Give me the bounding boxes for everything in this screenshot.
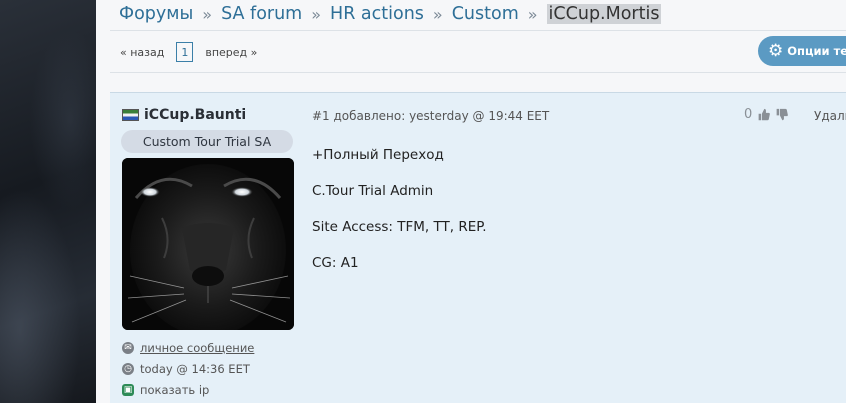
breadcrumb-separator: »	[202, 4, 213, 24]
show-ip-link[interactable]: ▣ показать ip	[122, 383, 209, 397]
delete-post-link[interactable]: Удалить	[814, 109, 846, 123]
breadcrumb-current-topic: iCCup.Mortis	[546, 4, 662, 24]
next-page-link[interactable]: вперед »	[205, 46, 257, 59]
author-name[interactable]: iCCup.Baunti	[144, 107, 246, 123]
post-body: +Полный Переход C.Tour Trial Admin Site …	[312, 147, 487, 291]
private-message-label[interactable]: личное сообщение	[140, 341, 254, 355]
post-line: +Полный Переход	[312, 147, 444, 163]
breadcrumb: Форумы » SA forum » HR actions » Custom …	[119, 0, 662, 28]
last-seen: ◷ today @ 14:36 EET	[122, 362, 250, 376]
post: iCCup.Baunti Custom Tour Trial SA ✉ личн…	[110, 92, 846, 403]
ip-icon: ▣	[122, 384, 134, 396]
vote-controls: 0	[744, 107, 789, 122]
author-rank-badge: Custom Tour Trial SA	[121, 130, 293, 153]
post-line: Site Access: TFM, TT, REP.	[312, 219, 487, 235]
forum-page: Форумы » SA forum » HR actions » Custom …	[96, 0, 846, 403]
topic-options-label: Опции темы	[787, 44, 846, 58]
breadcrumb-separator: »	[311, 4, 322, 24]
gear-icon: ⚙	[768, 41, 784, 61]
private-message-link[interactable]: ✉ личное сообщение	[122, 341, 254, 355]
thumbs-up-icon[interactable]	[757, 108, 771, 121]
divider	[110, 30, 846, 31]
topic-options-button[interactable]: ⚙ Опции темы	[758, 36, 846, 66]
breadcrumb-custom[interactable]: Custom	[452, 4, 519, 24]
breadcrumb-forums[interactable]: Форумы	[119, 4, 193, 24]
avatar	[122, 158, 294, 330]
page-number-current[interactable]: 1	[176, 42, 194, 62]
post-header: #1 добавлено: yesterday @ 19:44 EET	[312, 109, 550, 123]
vote-count: 0	[744, 107, 753, 122]
breadcrumb-sa-forum[interactable]: SA forum	[221, 4, 302, 24]
breadcrumb-separator: »	[527, 4, 538, 24]
post-line: C.Tour Trial Admin	[312, 183, 434, 199]
flag-icon	[122, 109, 139, 121]
divider	[110, 72, 846, 73]
envelope-icon: ✉	[122, 342, 134, 354]
clock-icon: ◷	[122, 363, 134, 375]
post-author: iCCup.Baunti	[122, 107, 246, 123]
pagination: « назад 1 вперед »	[120, 40, 257, 64]
last-seen-time: today @ 14:36 EET	[140, 362, 250, 376]
thumbs-down-icon[interactable]	[775, 108, 789, 121]
background-artwork	[0, 0, 96, 403]
show-ip-label[interactable]: показать ip	[140, 383, 209, 397]
breadcrumb-separator: »	[432, 4, 443, 24]
breadcrumb-hr-actions[interactable]: HR actions	[330, 4, 424, 24]
prev-page-link[interactable]: « назад	[120, 46, 164, 59]
post-line: CG: A1	[312, 255, 359, 271]
